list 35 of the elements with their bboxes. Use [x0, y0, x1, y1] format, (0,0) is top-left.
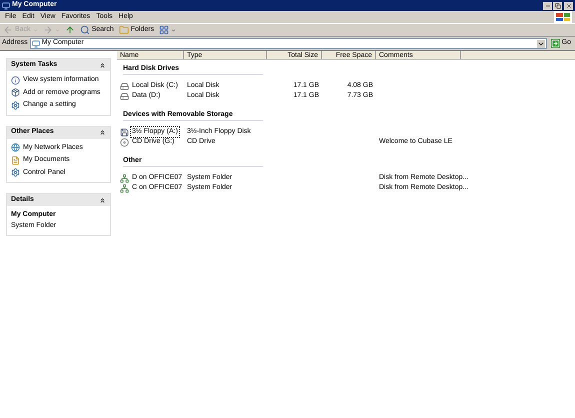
folder-icon: [118, 25, 129, 35]
gear-icon: [11, 100, 20, 110]
network-drive-icon: [120, 174, 129, 182]
caret-icon: [32, 28, 38, 32]
collapse-button[interactable]: [99, 62, 106, 68]
close-button[interactable]: [564, 2, 573, 10]
package-icon: [11, 88, 20, 98]
disc-icon: [120, 138, 129, 146]
search-icon: [80, 25, 90, 35]
go-arrow-icon: [550, 39, 560, 48]
forward-arrow-icon: [42, 25, 53, 35]
document-icon: [11, 156, 20, 165]
back-arrow-icon: [3, 25, 13, 35]
dropdown-icon[interactable]: [536, 40, 545, 48]
up-arrow-icon: [64, 25, 75, 35]
caret-icon: [171, 28, 176, 32]
hard-drive-icon: [120, 82, 129, 90]
floppy-icon: [120, 128, 129, 136]
computer-icon: [2, 2, 10, 10]
minimize-icon: [544, 2, 550, 8]
close-icon: [566, 2, 572, 8]
minimize-button[interactable]: [543, 2, 552, 10]
views-button[interactable]: [158, 25, 178, 35]
computer-icon: [32, 40, 40, 48]
views-icon: [159, 25, 170, 35]
hard-drive-icon: [120, 92, 129, 100]
collapse-button[interactable]: [99, 196, 106, 204]
info-icon: [11, 76, 20, 85]
network-drive-icon: [120, 184, 129, 192]
gear-icon: [11, 168, 20, 178]
globe-icon: [11, 143, 20, 152]
caret-icon: [54, 28, 60, 32]
restore-button[interactable]: [553, 2, 562, 10]
restore-icon: [554, 2, 560, 8]
collapse-button[interactable]: [99, 129, 106, 136]
